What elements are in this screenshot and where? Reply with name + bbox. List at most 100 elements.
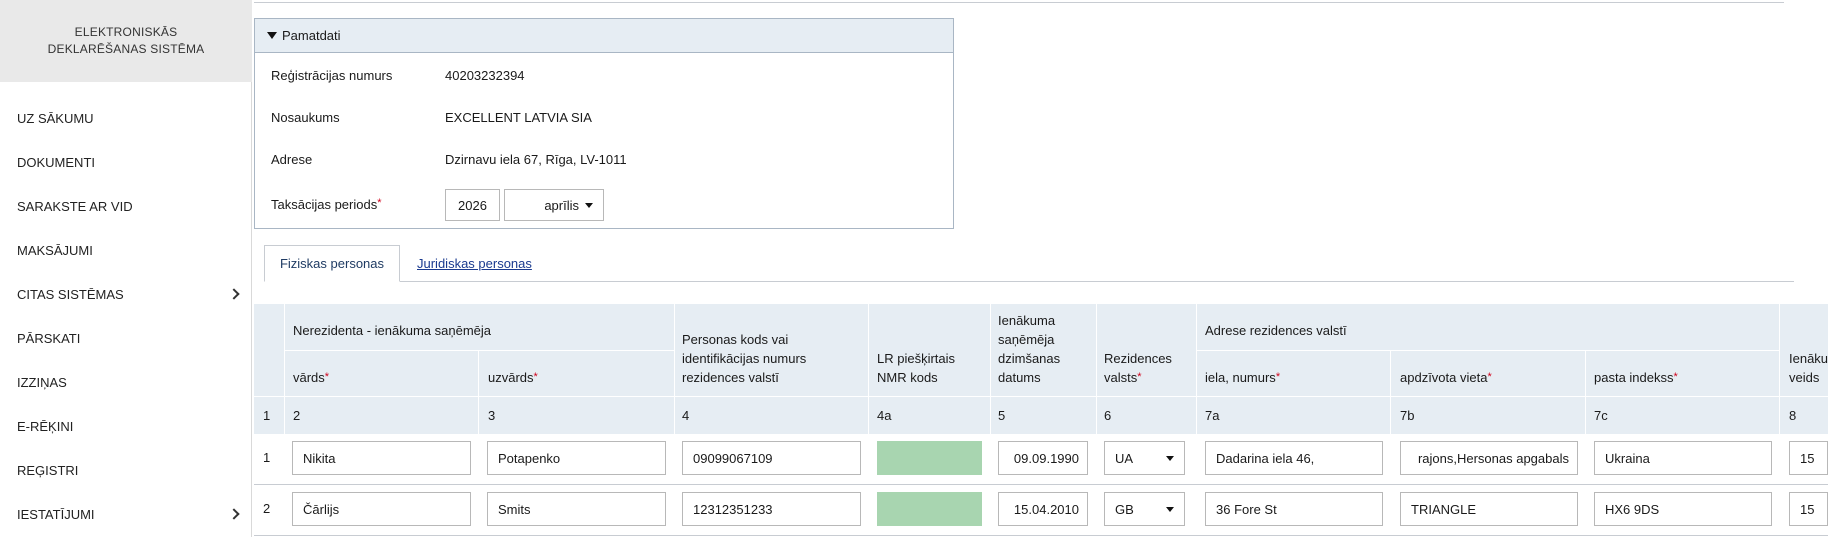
col-divider (284, 304, 285, 434)
street-input[interactable]: Dadarina iela 46, (1205, 441, 1383, 475)
sidebar-item-settings[interactable]: IESTATĪJUMI (0, 492, 252, 536)
postal-input[interactable]: HX6 9DS (1594, 492, 1772, 526)
sidebar-item-label: MAKSĀJUMI (17, 242, 93, 258)
col-header-text: rezidences valstī (682, 370, 779, 385)
sidebar-item-other-systems[interactable]: CITAS SISTĒMAS (0, 272, 252, 316)
tab-legal-entities[interactable]: Juridiskas personas (417, 256, 532, 271)
postal-input[interactable]: Ukraina (1594, 441, 1772, 475)
header-divider (254, 396, 1828, 397)
city-input[interactable]: rajons,Hersonas apgabals (1400, 441, 1578, 475)
street-input[interactable]: 36 Fore St (1205, 492, 1383, 526)
col-divider (1779, 304, 1780, 434)
required-marker: * (377, 197, 382, 209)
tax-period-label-text: Taksācijas periods (271, 197, 378, 212)
sidebar-item-label: DOKUMENTI (17, 154, 95, 170)
col-header-text: vārds (293, 370, 325, 385)
first-name-input[interactable]: Čārlijs (292, 492, 471, 526)
sidebar-item-documents[interactable]: DOKUMENTI (0, 140, 252, 184)
col-header-text: NMR kods (877, 370, 938, 385)
col-number: 8 (1789, 408, 1797, 423)
col-header-text: Personas kods vai (682, 332, 789, 347)
caret-down-icon (1166, 506, 1174, 512)
col-header-text: saņēmēja (998, 332, 1055, 347)
personal-code-input[interactable]: 09099067109 (682, 441, 861, 475)
sidebar-item-label: REĢISTRI (17, 462, 79, 478)
row-number: 2 (263, 501, 271, 516)
country-select[interactable]: GB (1104, 492, 1185, 526)
basic-data-toggle[interactable]: Pamatdati (255, 19, 953, 53)
col-divider (990, 304, 991, 434)
personal-code-input[interactable]: 12312351233 (682, 492, 861, 526)
sidebar: ELEKTRONISKĀS DEKLARĒŠANAS SISTĒMA UZ SĀ… (0, 0, 252, 537)
col-number: 7a (1205, 408, 1220, 423)
col-divider (478, 350, 479, 434)
sidebar-item-correspondence[interactable]: SARAKSTE AR VID (0, 184, 252, 228)
sidebar-item-e-invoices[interactable]: E-RĒĶINI (0, 404, 252, 448)
col-header-text: valsts (1104, 370, 1138, 385)
col-header-text: Ienāku (1789, 351, 1828, 366)
last-name-input[interactable]: Smits (487, 492, 666, 526)
col-divider (1196, 304, 1197, 434)
col-header-text: datums (998, 370, 1041, 385)
name-label: Nosaukums (271, 110, 340, 125)
caret-down-icon (1166, 455, 1174, 461)
city-input[interactable]: TRIANGLE (1400, 492, 1578, 526)
required-marker: * (1275, 371, 1281, 383)
country-select[interactable]: UA (1104, 441, 1185, 475)
birth-date-input[interactable]: 15.04.2010 (998, 492, 1088, 526)
last-name-input[interactable]: Potapenko (487, 441, 666, 475)
col-number: 5 (998, 408, 1006, 423)
col-header-text: Ienākuma (998, 313, 1056, 328)
tax-period-year-field[interactable]: 2026 (445, 189, 500, 221)
col-header-text: pasta indekss (1594, 370, 1674, 385)
sidebar-item-label: CITAS SISTĒMAS (17, 286, 124, 302)
col-header-income-type: Ienāku veids (1789, 349, 1828, 387)
col-header-text: identifikācijas numurs (682, 351, 807, 366)
row-number: 1 (263, 450, 271, 465)
sidebar-item-certificates[interactable]: IZZIŅAS (0, 360, 252, 404)
app-title: ELEKTRONISKĀS DEKLARĒŠANAS SISTĒMA (0, 0, 252, 82)
col-number: 7c (1594, 408, 1608, 423)
tab-individuals[interactable]: Fiziskas personas (264, 245, 400, 282)
col-header-nmr-code: LR piešķirtais NMR kods (877, 349, 955, 387)
col-header-personal-code: Personas kods vai identifikācijas numurs… (682, 330, 806, 387)
address-value: Dzirnavu iela 67, Rīga, LV-1011 (445, 152, 627, 167)
income-type-input[interactable]: 15 (1789, 441, 1828, 475)
sidebar-item-reports[interactable]: PĀRSKATI (0, 316, 252, 360)
basic-data-panel: Pamatdati Reģistrācijas numurs 402032323… (254, 18, 954, 229)
sidebar-item-registers[interactable]: REĢISTRI (0, 448, 252, 492)
required-marker: * (533, 371, 538, 383)
caret-down-icon (267, 32, 277, 39)
birth-date-input[interactable]: 09.09.1990 (998, 441, 1088, 475)
tax-period-label: Taksācijas periods* (271, 197, 382, 212)
col-group-address: Adrese rezidences valstī (1205, 323, 1347, 338)
sidebar-item-label: IZZIŅAS (17, 374, 67, 390)
sidebar-item-label: PĀRSKATI (17, 330, 81, 346)
nmr-code-field (877, 492, 982, 526)
col-divider (674, 304, 675, 434)
col-number: 3 (488, 408, 496, 423)
sidebar-item-payments[interactable]: MAKSĀJUMI (0, 228, 252, 272)
sidebar-item-label: SARAKSTE AR VID (17, 198, 133, 214)
tab-label: Fiziskas personas (279, 256, 385, 271)
sidebar-item-label: UZ SĀKUMU (17, 110, 94, 126)
col-header-text: veids (1789, 370, 1820, 385)
col-divider (868, 304, 869, 434)
country-value: GB (1115, 501, 1134, 517)
col-header-text: uzvārds (488, 370, 534, 385)
income-type-input[interactable]: 15 (1789, 492, 1828, 526)
chevron-right-icon (228, 508, 240, 520)
col-number: 7b (1400, 408, 1415, 423)
first-name-input[interactable]: Nikita (292, 441, 471, 475)
col-header-text: dzimšanas (998, 351, 1061, 366)
sidebar-item-home[interactable]: UZ SĀKUMU (0, 96, 252, 140)
tax-period-month-select[interactable]: aprīlis (504, 189, 604, 221)
col-header-text: LR piešķirtais (877, 351, 956, 366)
app-title-line2: DEKLARĒŠANAS SISTĒMA (47, 42, 205, 56)
tax-period-year-value: 2026 (458, 197, 487, 213)
app-title-line1: ELEKTRONISKĀS (74, 25, 178, 39)
tab-divider (264, 281, 1794, 282)
col-header-birth-date: Ienākuma saņēmēja dzimšanas datums (998, 311, 1060, 387)
panel-title: Pamatdati (282, 28, 341, 43)
header-divider (284, 350, 674, 351)
